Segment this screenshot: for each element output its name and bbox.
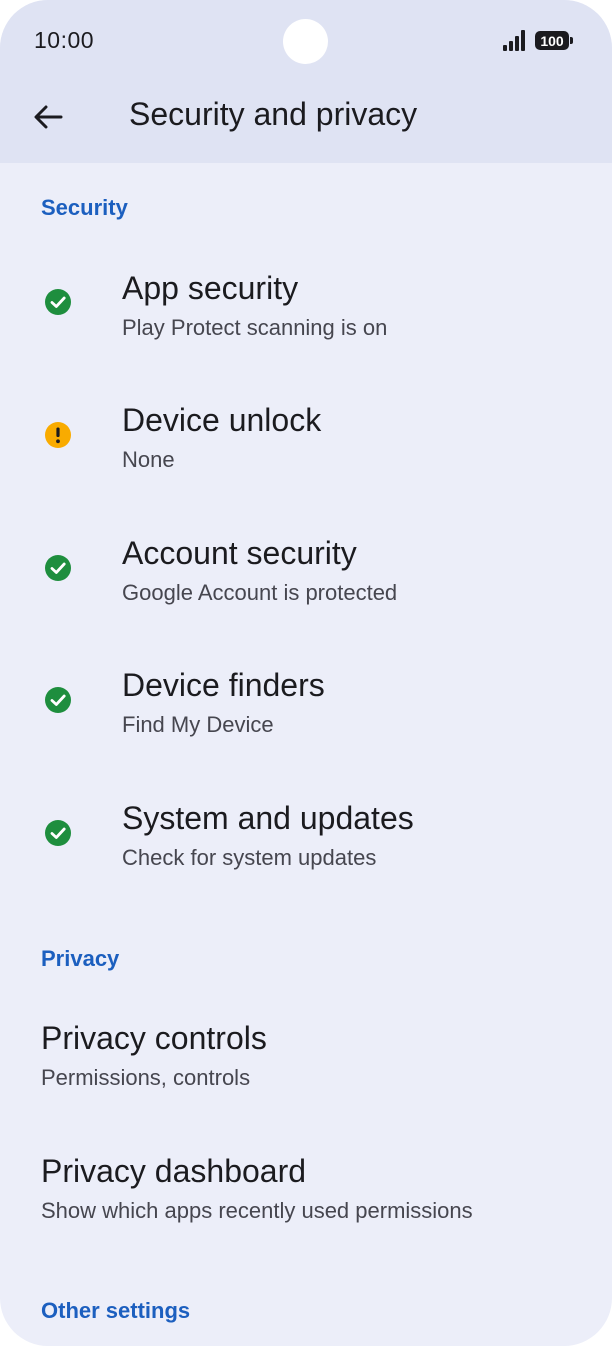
status-time: 10:00 [34,27,95,53]
battery-icon: 100 [535,31,573,50]
list-item-app-security[interactable]: App security Play Protect scanning is on [0,242,612,362]
battery-level: 100 [540,32,564,49]
check-circle-icon [45,289,71,315]
item-subtitle: Play Protect scanning is on [122,315,388,340]
list-item-device-finders[interactable]: Device finders Find My Device [0,641,612,761]
page-title: Security and privacy [129,96,418,132]
warning-circle-icon [45,422,71,448]
section-header-other-settings: Other settings [41,1298,191,1323]
item-subtitle: Show which apps recently used permission… [41,1198,473,1223]
section-header-security: Security [41,195,128,220]
list-item-privacy-dashboard[interactable]: Privacy dashboard Show which apps recent… [0,1128,612,1248]
section-header-privacy: Privacy [41,946,120,971]
list-item-system-updates[interactable]: System and updates Check for system upda… [0,774,612,894]
item-title: App security [122,270,299,306]
item-subtitle: None [122,447,175,472]
item-subtitle: Check for system updates [122,845,377,870]
signal-icon [503,30,525,51]
list-item-account-security[interactable]: Account security Google Account is prote… [0,508,612,628]
check-circle-icon [45,820,71,846]
list-item-privacy-controls[interactable]: Privacy controls Permissions, controls [0,995,612,1115]
item-title: System and updates [122,800,414,836]
list-item-device-unlock[interactable]: Device unlock None [0,375,612,495]
back-button[interactable] [24,93,72,141]
item-subtitle: Google Account is protected [122,580,398,605]
item-title: Privacy controls [41,1020,267,1056]
check-circle-icon [45,687,71,713]
item-subtitle: Find My Device [122,712,274,737]
item-title: Account security [122,535,357,571]
phone-screen: 10:00 100 Security and privacy Security … [0,0,612,1346]
camera-cutout [283,19,328,64]
check-circle-icon [45,555,71,581]
arrow-back-icon [34,105,63,129]
item-title: Device finders [122,667,325,703]
item-subtitle: Permissions, controls [41,1065,251,1090]
item-title: Device unlock [122,402,322,438]
item-title: Privacy dashboard [41,1153,307,1189]
